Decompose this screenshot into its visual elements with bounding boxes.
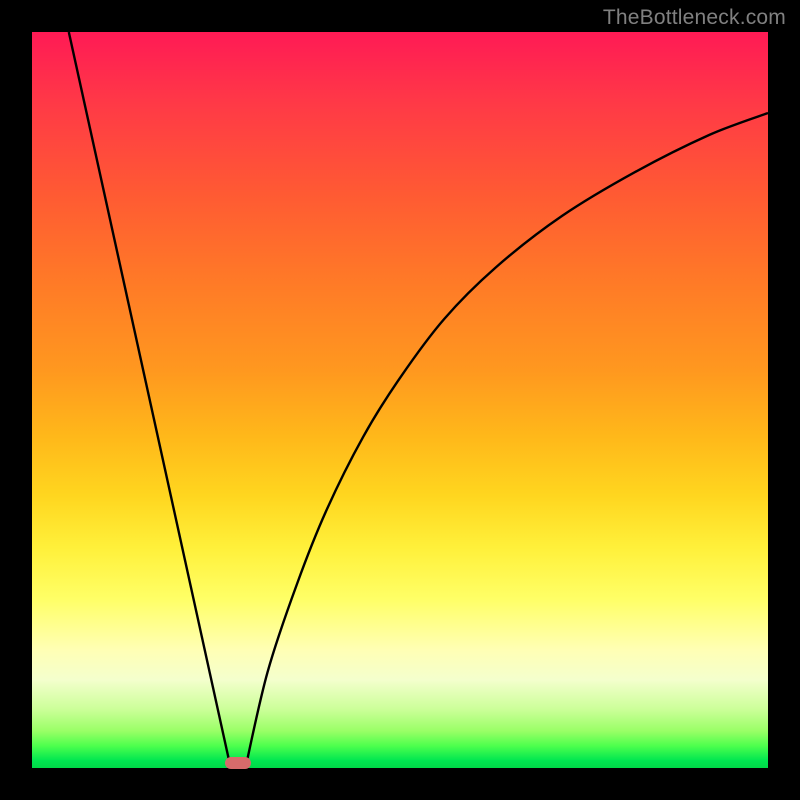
right-branch-path [245,113,768,768]
watermark-text: TheBottleneck.com [603,6,786,30]
left-branch-path [69,32,231,768]
chart-frame: TheBottleneck.com [0,0,800,800]
curve-svg [32,32,768,768]
min-marker [225,757,251,769]
plot-area [32,32,768,768]
